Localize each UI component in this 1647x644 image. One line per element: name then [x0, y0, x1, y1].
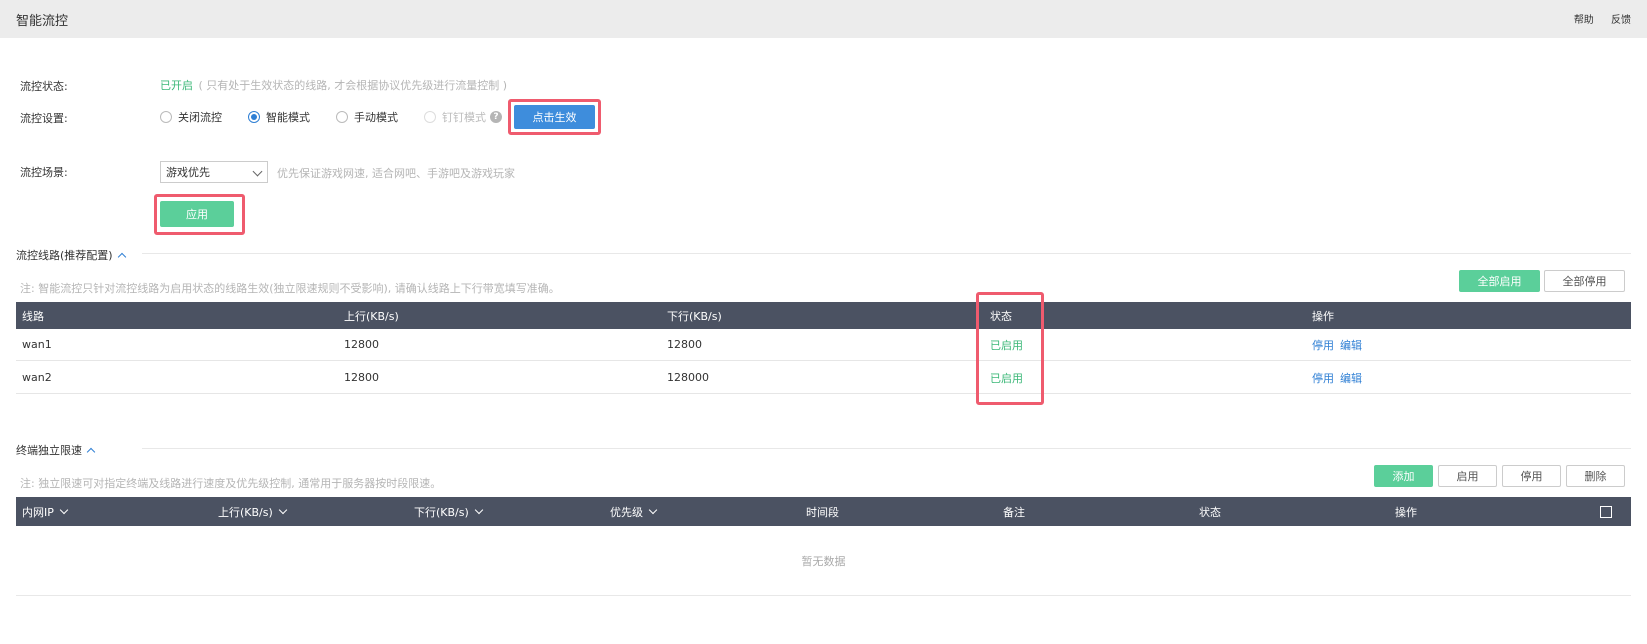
- col-download: 下行(KB/s): [667, 309, 722, 323]
- terminal-section-title[interactable]: 终端独立限速: [16, 442, 96, 458]
- chevron-down-icon: [252, 166, 263, 177]
- scene-hint: 优先保证游戏网速, 适合网吧、手游吧及游戏玩家: [277, 167, 515, 180]
- cell-upload: 12800: [344, 338, 379, 351]
- radio-dot-checked: [248, 111, 260, 123]
- divider: [142, 253, 1631, 254]
- lines-table-header: 线路 上行(KB/s) 下行(KB/s) 状态 操作: [16, 302, 1631, 329]
- cell-operation: 停用 编辑: [1312, 362, 1368, 393]
- edit-link[interactable]: 编辑: [1340, 337, 1362, 353]
- flow-status-label: 流控状态:: [20, 80, 68, 93]
- enable-button[interactable]: 启用: [1438, 465, 1497, 487]
- col-priority[interactable]: 优先级: [610, 497, 658, 526]
- chevron-down-icon: [648, 505, 658, 514]
- highlight-box-status-column: [976, 292, 1044, 405]
- chevron-down-icon: [474, 505, 484, 514]
- cell-operation: 停用 编辑: [1312, 329, 1368, 360]
- terminal-section-title-text: 终端独立限速: [16, 444, 82, 457]
- flow-status-note: ( 只有处于生效状态的线路, 才会根据协议优先级进行流量控制 ): [198, 79, 508, 92]
- cell-download: 12800: [667, 338, 702, 351]
- col-upload[interactable]: 上行(KB/s): [218, 497, 288, 526]
- flow-status: 已开启 ( 只有处于生效状态的线路, 才会根据协议优先级进行流量控制 ): [160, 77, 507, 93]
- delete-button[interactable]: 删除: [1566, 465, 1625, 487]
- chevron-down-icon: [278, 505, 288, 514]
- flow-status-value: 已开启: [160, 79, 193, 92]
- radio-smart-mode[interactable]: 智能模式: [248, 109, 310, 125]
- cell-upload: 12800: [344, 371, 379, 384]
- chevron-down-icon: [59, 505, 69, 514]
- table-row: wan2 12800 128000 已启用 停用 编辑: [16, 362, 1631, 394]
- col-status: 状态: [1199, 505, 1221, 519]
- col-remark: 备注: [1003, 505, 1025, 519]
- col-download[interactable]: 下行(KB/s): [414, 497, 484, 526]
- enable-all-button[interactable]: 全部启用: [1459, 270, 1540, 292]
- cell-line: wan1: [22, 338, 52, 351]
- radio-dingtalk-mode[interactable]: 钉钉模式 ?: [424, 109, 502, 125]
- flow-settings-label: 流控设置:: [20, 112, 68, 125]
- chevron-up-icon: [117, 252, 126, 261]
- divider: [142, 448, 1631, 449]
- divider: [16, 595, 1631, 596]
- checkbox-icon: [1600, 505, 1612, 518]
- lines-section-title[interactable]: 流控线路(推荐配置): [16, 247, 126, 263]
- empty-state: 暂无数据: [801, 555, 846, 568]
- radio-label: 关闭流控: [178, 111, 222, 124]
- scene-label: 流控场景:: [20, 166, 68, 179]
- terminal-note: 注: 独立限速可对指定终端及线路进行速度及优先级控制, 通常用于服务器按时段限速…: [20, 477, 442, 490]
- page-title: 智能流控: [16, 14, 69, 29]
- cell-download: 128000: [667, 371, 709, 384]
- table-row: wan1 12800 12800 已启用 停用 编辑: [16, 329, 1631, 361]
- col-label: 上行(KB/s): [218, 505, 273, 519]
- chevron-up-icon: [86, 447, 96, 456]
- radio-label: 手动模式: [354, 111, 398, 124]
- lines-section-title-text: 流控线路(推荐配置): [16, 249, 113, 262]
- col-upload: 上行(KB/s): [344, 309, 399, 323]
- edit-link[interactable]: 编辑: [1340, 370, 1362, 386]
- col-operation: 操作: [1395, 505, 1417, 519]
- flow-mode-radio-group: 关闭流控 智能模式 手动模式 钉钉模式 ?: [160, 109, 528, 125]
- top-bar: 智能流控 帮助 反馈: [0, 0, 1647, 38]
- col-line: 线路: [22, 309, 44, 323]
- radio-dot: [424, 111, 436, 123]
- radio-dot: [160, 111, 172, 123]
- col-lan-ip[interactable]: 内网IP: [22, 497, 69, 526]
- disable-button[interactable]: 停用: [1502, 465, 1561, 487]
- col-time-range: 时间段: [806, 505, 839, 519]
- help-link[interactable]: 帮助: [1574, 15, 1594, 26]
- radio-label: 钉钉模式: [442, 111, 486, 124]
- col-label: 下行(KB/s): [414, 505, 469, 519]
- apply-button[interactable]: 应用: [160, 201, 234, 227]
- question-icon[interactable]: ?: [490, 111, 502, 123]
- disable-link[interactable]: 停用: [1312, 337, 1334, 353]
- disable-all-button[interactable]: 全部停用: [1544, 270, 1625, 292]
- col-label: 优先级: [610, 505, 643, 519]
- header-links: 帮助 反馈: [1560, 11, 1631, 26]
- scene-selected-value: 游戏优先: [166, 166, 210, 179]
- lines-note: 注: 智能流控只针对流控线路为启用状态的线路生效(独立限速规则不受影响), 请确…: [20, 282, 560, 295]
- radio-close-flow[interactable]: 关闭流控: [160, 109, 222, 125]
- add-button[interactable]: 添加: [1374, 465, 1433, 487]
- terminal-table-header: 内网IP 上行(KB/s) 下行(KB/s) 优先级 时间段 备注 状态 操作: [16, 497, 1631, 526]
- feedback-link[interactable]: 反馈: [1611, 15, 1631, 26]
- radio-dot: [336, 111, 348, 123]
- col-operation: 操作: [1312, 309, 1334, 323]
- col-label: 内网IP: [22, 505, 54, 519]
- cell-line: wan2: [22, 371, 52, 384]
- radio-manual-mode[interactable]: 手动模式: [336, 109, 398, 125]
- disable-link[interactable]: 停用: [1312, 370, 1334, 386]
- radio-label: 智能模式: [266, 111, 310, 124]
- select-all-checkbox[interactable]: [1600, 497, 1612, 526]
- scene-select[interactable]: 游戏优先: [160, 161, 268, 183]
- apply-effect-button[interactable]: 点击生效: [514, 105, 595, 129]
